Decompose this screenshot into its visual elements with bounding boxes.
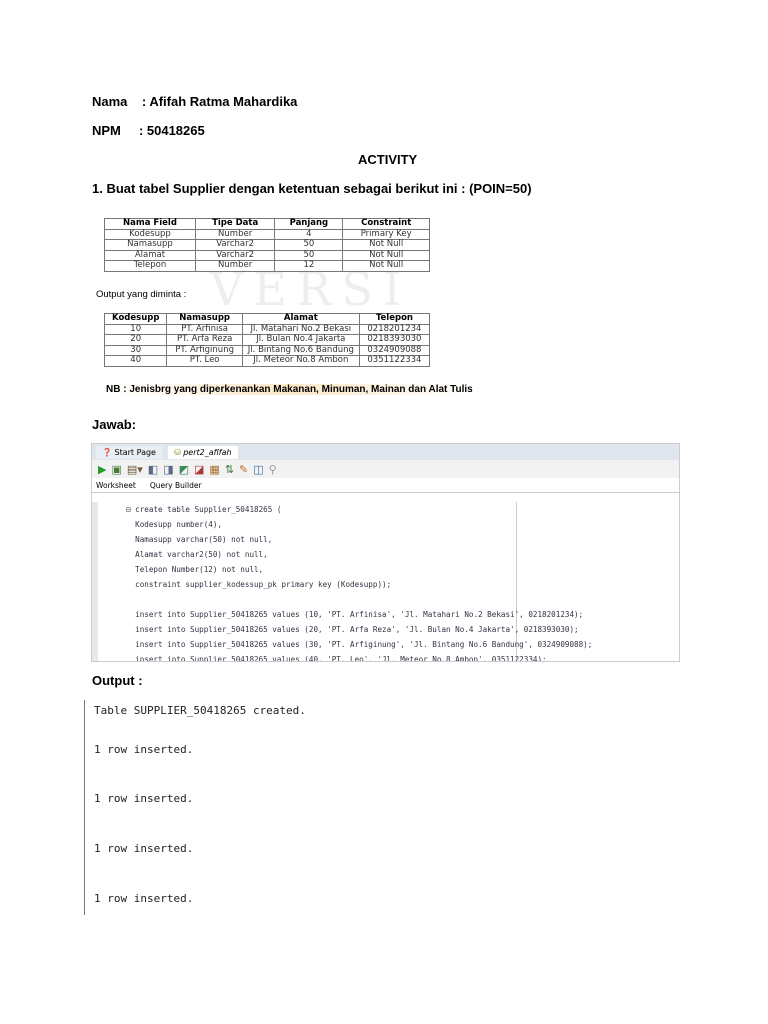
table-cell: Not Null [342, 249, 430, 261]
table-row: 20 PT. Arfa Reza Jl. Bulan No.4 Jakarta 021… [103, 334, 431, 346]
col-header: Panjang [274, 218, 344, 230]
table-cell: Namasupp [104, 239, 196, 251]
table-cell: 30 [103, 344, 168, 356]
find-icon[interactable]: ⚲ [269, 463, 277, 476]
table-cell: Primary Key [342, 228, 430, 240]
col-header: Telepon [358, 313, 431, 325]
code-line: insert into Supplier_50418265 values (10… [126, 610, 584, 619]
table-row: 30 PT. Arfiginung Jl. Bintang No.6 Bandung… [103, 344, 431, 356]
code-line: insert into Supplier_50418265 values (20… [126, 625, 579, 634]
table-cell: Jl. Bulan No.4 Jakarta [241, 334, 360, 346]
question-text: 1. Buat tabel Supplier dengan ketentuan … [92, 181, 532, 196]
code-editor[interactable]: ⊟ create table Supplier_50418265 ( Kodes… [92, 502, 679, 661]
table-cell: Jl. Meteor No.8 Ambon [241, 355, 360, 367]
code-line: Namasupp varchar(50) not null, [126, 535, 273, 544]
table-cell: PT. Arfinisa [166, 323, 243, 335]
table-cell: Jl. Matahari No.2 Bekasi [241, 323, 360, 335]
save-icon[interactable]: ▣ [111, 463, 121, 476]
table-row: 10 PT. Arfinisa Jl. Matahari No.2 Bekasi 02… [103, 323, 431, 335]
col-header: Alamat [241, 313, 360, 325]
document-page: Nama : Afifah Ratma Mahardika NPM : 5041… [0, 0, 768, 1024]
output-line: 1 row inserted. [94, 743, 194, 756]
sql-tuning-icon[interactable]: ▦ [209, 463, 219, 476]
table-cell: 50 [274, 249, 344, 261]
output-line: 1 row inserted. [94, 892, 194, 905]
help-icon: ❓ [102, 447, 112, 457]
activity-title: ACTIVITY [358, 152, 418, 167]
col-header: Constraint [342, 218, 430, 230]
code-line: insert into Supplier_50418265 values (30… [126, 640, 593, 649]
output-line: 1 row inserted. [94, 842, 194, 855]
output-heading: Output : [92, 673, 143, 688]
script-output-panel: Table SUPPLIER_50418265 created. 1 row in… [84, 700, 345, 915]
table-cell: Kodesupp [104, 228, 196, 240]
table-cell: 50 [274, 239, 344, 251]
format-icon[interactable]: ⇅ [225, 463, 234, 476]
tab-label: Start Page [114, 447, 156, 457]
subtab-query-builder[interactable]: Query Builder [150, 481, 202, 490]
table-cell: Telepon [104, 260, 196, 272]
table-row: 40 PT. Leo Jl. Meteor No.8 Ambon 0351122334 [103, 355, 431, 367]
jawab-label: Jawab: [92, 417, 137, 432]
table-cell: Not Null [342, 239, 430, 251]
output-required-label: Output yang diminta : [96, 289, 187, 300]
col-header: Kodesupp [103, 313, 168, 325]
toolbar: ▶ ▣ ▤▾ ◧ ◨ ◩ ◪ ▦ ⇅ ✎ ◫ ⚲ [92, 460, 679, 478]
tab-label: pert2_afifah [183, 447, 232, 457]
note-text: NB : Jenisbrg yang diperkenankan Makanan… [106, 384, 473, 395]
nama-line: Nama : Afifah Ratma Mahardika [92, 94, 298, 109]
table-cell: 12 [274, 260, 344, 272]
code-line: ⊟ create table Supplier_50418265 ( [126, 505, 282, 514]
table-row: Kodesupp Number 4 Primary Key [104, 228, 430, 240]
table-cell: PT. Arfa Reza [166, 334, 243, 346]
table-cell: Number [194, 228, 276, 240]
table-cell: Varchar2 [194, 249, 276, 261]
code-line: Alamat varchar2(50) not null, [126, 550, 268, 559]
table-cell: PT. Arfiginung [166, 344, 243, 356]
run-icon[interactable]: ▶ [98, 463, 106, 476]
table-cell: Number [194, 260, 276, 272]
table-cell: Varchar2 [194, 239, 276, 251]
code-line: constraint supplier_kodessup_pk primary … [126, 580, 392, 589]
output-line: 1 row inserted. [94, 792, 194, 805]
tab-worksheet[interactable]: ⛁ pert2_afifah [167, 445, 238, 459]
table-row: Telepon Number 12 Not Null [104, 260, 430, 272]
script-icon[interactable]: ▤▾ [127, 463, 143, 476]
code-line: Telepon Number(12) not null, [126, 565, 264, 574]
output-table: Kodesupp Namasupp Alamat Telepon 10 PT. Arfi… [103, 313, 431, 367]
table-row: Alamat Varchar2 50 Not Null [104, 249, 430, 261]
subtab-worksheet[interactable]: Worksheet [96, 481, 136, 490]
editor-gutter [92, 502, 98, 661]
table-cell: 20 [103, 334, 168, 346]
col-header: Namasupp [166, 313, 243, 325]
clear-icon[interactable]: ✎ [239, 463, 248, 476]
autotrace-icon[interactable]: ◪ [194, 463, 204, 476]
db-icon: ⛁ [173, 447, 181, 457]
tab-start-page[interactable]: ❓ Start Page [96, 445, 162, 459]
table-cell: Alamat [104, 249, 196, 261]
col-header: Nama Field [104, 218, 196, 230]
code-line: insert into Supplier_50418265 values (40… [126, 655, 547, 662]
col-header: Tipe Data [194, 218, 276, 230]
output-line: Table SUPPLIER_50418265 created. [94, 704, 306, 717]
code-line: Kodesupp number(4), [126, 520, 223, 529]
table-cell: 0351122334 [358, 355, 431, 367]
table-cell: 4 [274, 228, 344, 240]
explain-icon[interactable]: ◩ [179, 463, 189, 476]
history-icon[interactable]: ◫ [253, 463, 263, 476]
table-cell: Not Null [342, 260, 430, 272]
spec-table: Nama Field Tipe Data Panjang Constraint Kod… [104, 218, 430, 272]
table-cell: PT. Leo [166, 355, 243, 367]
table-cell: 0324909088 [358, 344, 431, 356]
table-cell: 0218201234 [358, 323, 431, 335]
table-cell: 10 [103, 323, 168, 335]
sql-developer-screenshot: ❓ Start Page ⛁ pert2_afifah ▶ ▣ ▤▾ ◧ ◨ ◩… [91, 443, 680, 662]
table-cell: 40 [103, 355, 168, 367]
table-cell: Jl. Bintang No.6 Bandung [241, 344, 360, 356]
table-cell: 0218393030 [358, 334, 431, 346]
commit-icon[interactable]: ◧ [148, 463, 158, 476]
npm-line: NPM : 50418265 [92, 123, 205, 138]
rollback-icon[interactable]: ◨ [163, 463, 173, 476]
table-row: Namasupp Varchar2 50 Not Null [104, 239, 430, 251]
